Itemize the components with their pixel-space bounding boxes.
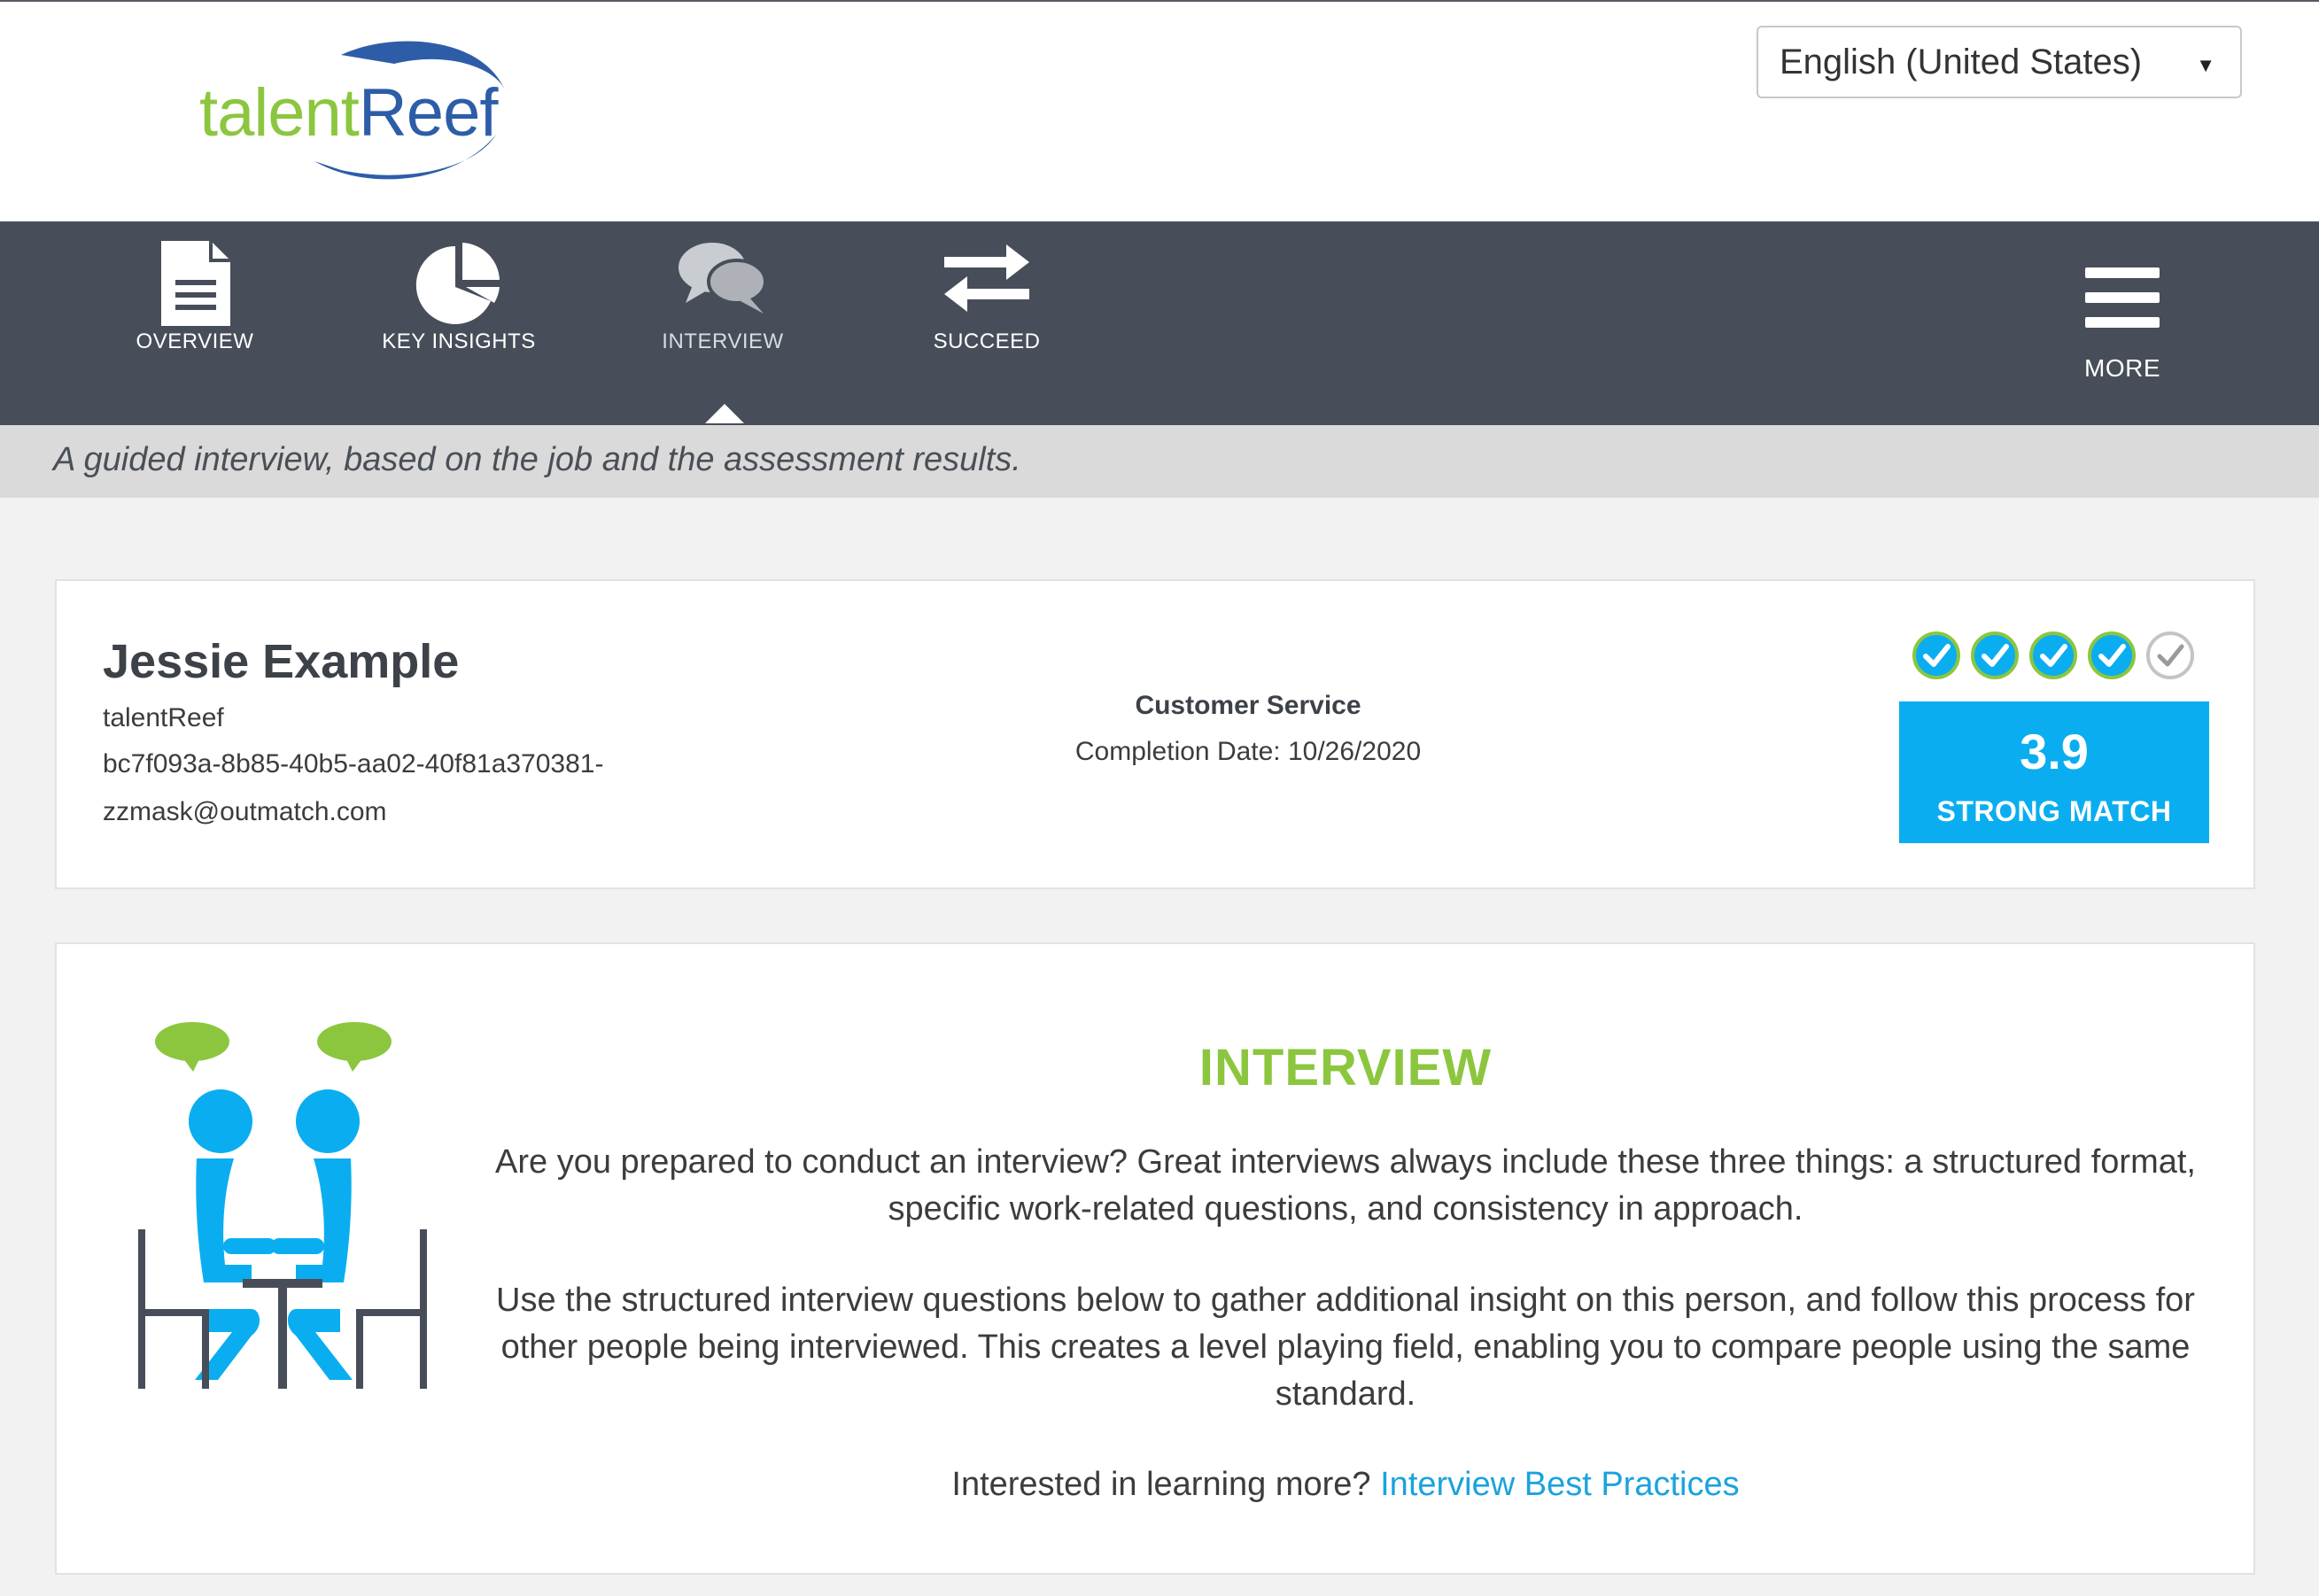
talentreef-logo[interactable]: talentReef <box>190 28 518 188</box>
match-score-badge: 3.9 STRONG MATCH <box>1899 701 2209 843</box>
check-filled-icon <box>1912 631 1961 680</box>
nav-label: INTERVIEW <box>662 329 784 353</box>
check-empty-icon <box>2145 631 2195 680</box>
nav-label: KEY INSIGHTS <box>382 329 536 353</box>
interview-illustration-icon <box>119 1017 446 1389</box>
interview-paragraph-1: Are you prepared to conduct an interview… <box>495 1143 2196 1228</box>
logo-text: talentReef <box>199 74 499 151</box>
main-nav: OVERVIEW KEY INSIGHTS INTERVIEW SUCCEED … <box>0 221 2319 425</box>
learn-more-line: Interested in learning more? Interview B… <box>473 1461 2218 1508</box>
hamburger-icon <box>2085 266 2160 334</box>
nav-item-key-insights[interactable]: KEY INSIGHTS <box>370 221 547 425</box>
nav-item-more[interactable]: MORE <box>2034 221 2211 425</box>
language-select[interactable]: English (United States) ▼ <box>1757 26 2242 98</box>
check-filled-icon <box>2087 631 2137 680</box>
page-tagline: A guided interview, based on the job and… <box>53 441 1021 478</box>
nav-item-interview[interactable]: INTERVIEW <box>634 221 811 425</box>
language-select-value: English (United States) <box>1780 42 2143 81</box>
logo-text-part1: talent <box>199 75 360 151</box>
nav-label: MORE <box>2084 354 2160 382</box>
candidate-name: Jessie Example <box>103 635 460 688</box>
check-filled-icon <box>1970 631 2020 680</box>
nav-item-overview[interactable]: OVERVIEW <box>106 221 283 425</box>
candidate-card: Jessie Example talentReef bc7f093a-8b85-… <box>55 579 2255 889</box>
check-filled-icon <box>2028 631 2078 680</box>
header: talentReef English (United States) ▼ <box>0 2 2319 221</box>
tagline-bar: A guided interview, based on the job and… <box>0 425 2319 498</box>
swap-arrows-icon <box>941 239 1033 323</box>
chat-bubbles-icon <box>677 239 769 323</box>
logo-text-part2: Reef <box>358 75 499 151</box>
candidate-email: zzmask@outmatch.com <box>103 797 387 826</box>
match-score-value: 3.9 <box>2020 724 2089 779</box>
nav-item-succeed[interactable]: SUCCEED <box>898 221 1075 425</box>
chevron-down-icon: ▼ <box>2196 54 2215 76</box>
document-icon <box>158 239 232 332</box>
learn-more-prefix: Interested in learning more? <box>951 1466 1371 1503</box>
nav-label: OVERVIEW <box>136 329 254 353</box>
pie-chart-icon <box>415 239 503 332</box>
interview-best-practices-link[interactable]: Interview Best Practices <box>1380 1466 1739 1503</box>
match-rating <box>1912 631 2248 684</box>
match-score-label: STRONG MATCH <box>1936 795 2172 827</box>
interview-intro-card: INTERVIEW Are you prepared to conduct an… <box>55 942 2255 1575</box>
interview-heading: INTERVIEW <box>1198 1039 1493 1096</box>
active-tab-pointer <box>705 404 744 423</box>
interview-paragraph-2: Use the structured interview questions b… <box>496 1282 2195 1413</box>
nav-label: SUCCEED <box>933 329 1041 353</box>
